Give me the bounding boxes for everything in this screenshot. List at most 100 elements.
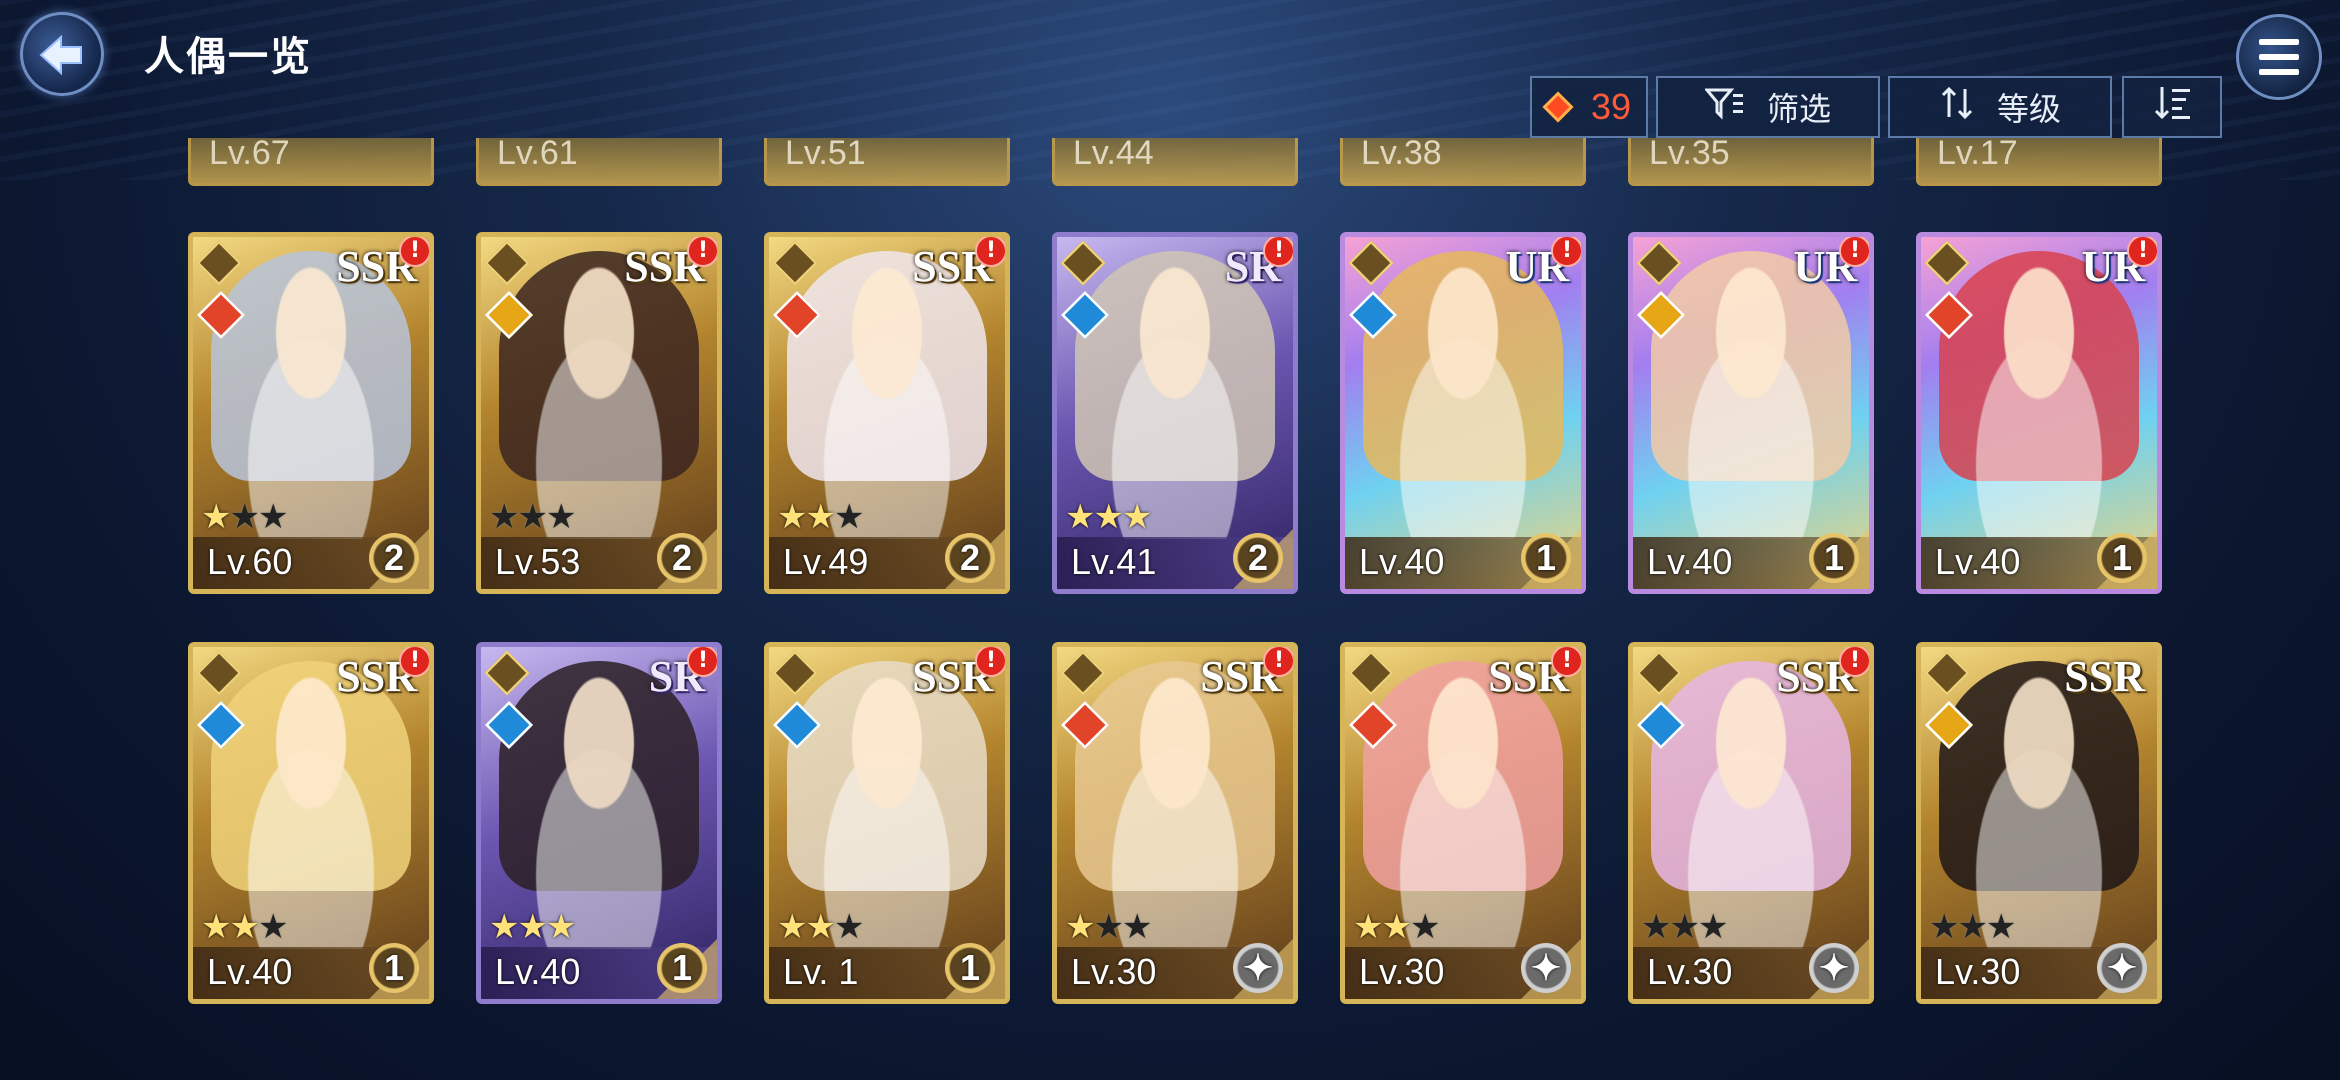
star-icon: ★ [805,497,836,537]
star-icon: ★ [257,907,289,947]
awaken-badge: 1 [1809,533,1859,583]
card-partial-top[interactable]: Lv.35 [1628,138,1874,186]
star-rating: ★★★ [489,497,576,537]
star-icon: ★ [1381,907,1412,947]
level-label: Lv.40 [495,951,581,992]
currency-count: 39 [1590,86,1632,127]
star-icon: ★ [545,907,577,947]
star-icon: ★ [1697,907,1729,947]
star-rating: ★★★ [1641,907,1729,947]
wing-emblem-icon: ✦ [2097,943,2147,993]
star-icon: ★ [777,907,808,947]
level-label: Lv.30 [1647,951,1733,992]
awaken-badge: 2 [945,533,995,583]
character-card[interactable]: SR ! ★★★ Lv.41 2 [1052,232,1298,594]
filter-label: 筛选 [1766,90,1831,128]
character-card[interactable]: SSR ! ★★★ Lv.30 ✦ [1052,642,1298,1004]
star-icon: ★ [517,497,548,537]
card-partial-top[interactable]: Lv.67 [188,138,434,186]
character-card[interactable]: SSR ! ★★★ Lv.30 ✦ [1340,642,1586,1004]
star-icon: ★ [1093,907,1124,947]
sort-label: 等级 [1996,90,2061,128]
star-icon: ★ [489,497,520,537]
star-rating: ★★★ [777,497,865,537]
character-card[interactable]: SSR ! ★★★ Lv.60 2 [188,232,434,594]
character-card[interactable]: SSR ! ★★★ Lv. 1 1 [764,642,1010,1004]
level-label: Lv.30 [1935,951,2021,992]
star-rating: ★★★ [1065,497,1153,537]
star-rating: ★★★ [201,497,289,537]
wing-emblem-icon: ✦ [1809,943,1859,993]
star-icon: ★ [517,907,548,947]
card-partial-top[interactable]: Lv.17 [1916,138,2162,186]
awaken-badge: 1 [1521,533,1571,583]
alert-icon: ! [1263,647,1293,677]
star-icon: ★ [1409,907,1441,947]
card-partial-top[interactable]: Lv.51 [764,138,1010,186]
character-card[interactable]: SR ! ★★★ Lv.40 1 [476,642,722,1004]
star-rating: ★★★ [1929,907,2016,947]
character-card[interactable]: SSR ! ★★★ Lv.30 ✦ [1628,642,1874,1004]
back-button[interactable] [14,12,106,96]
level-label: Lv.53 [495,541,581,582]
alert-icon: ! [1551,647,1581,677]
character-card[interactable]: SSR ! ★★★ Lv.53 2 [476,232,722,594]
star-icon: ★ [1929,907,1960,947]
wing-emblem-icon: ✦ [1521,943,1571,993]
level-label: Lv.40 [1359,541,1445,582]
star-icon: ★ [1669,907,1700,947]
awaken-badge: 2 [369,533,419,583]
awaken-badge: 2 [657,533,707,583]
level-label: Lv.60 [207,541,293,582]
level-label: Lv.30 [1071,951,1157,992]
star-icon: ★ [489,907,520,947]
sort-order-button[interactable] [2122,76,2222,138]
alert-icon: ! [2127,237,2157,267]
sort-button[interactable]: 等级 [1888,76,2112,138]
character-card[interactable]: UR ! Lv.40 1 [1916,232,2162,594]
back-arrow-icon [20,12,104,96]
star-icon: ★ [1121,497,1153,537]
character-card[interactable]: UR ! Lv.40 1 [1340,232,1586,594]
alert-icon: ! [1839,647,1869,677]
character-card[interactable]: UR ! Lv.40 1 [1628,232,1874,594]
star-rating: ★★★ [201,907,289,947]
star-icon: ★ [257,497,289,537]
alert-icon: ! [399,237,429,267]
level-label: Lv.40 [1647,541,1733,582]
alert-icon: ! [687,647,717,677]
menu-button[interactable] [2236,14,2322,100]
star-icon: ★ [833,907,865,947]
star-icon: ★ [201,497,232,537]
star-rating: ★★★ [1353,907,1441,947]
currency-display: 39 [1530,76,1648,138]
star-icon: ★ [229,497,260,537]
filter-button[interactable]: 筛选 [1656,76,1880,138]
alert-icon: ! [975,237,1005,267]
page-title: 人偶一览 [144,34,312,80]
hamburger-menu-icon [2259,39,2299,45]
awaken-badge: 1 [945,943,995,993]
filter-icon [1703,86,1745,128]
star-icon: ★ [833,497,865,537]
alert-icon: ! [975,647,1005,677]
star-icon: ★ [777,497,808,537]
character-card[interactable]: SSR ! ★★★ Lv.49 2 [764,232,1010,594]
level-label: Lv.49 [783,541,869,582]
card-partial-top[interactable]: Lv.38 [1340,138,1586,186]
card-partial-top[interactable]: Lv.44 [1052,138,1298,186]
card-partial-top[interactable]: Lv.61 [476,138,722,186]
character-card[interactable]: SSR ★★★ Lv.30 ✦ [1916,642,2162,1004]
rarity-label: SSR [2064,652,2145,701]
wing-emblem-icon: ✦ [1233,943,1283,993]
star-icon: ★ [1641,907,1672,947]
awaken-badge: 1 [657,943,707,993]
alert-icon: ! [399,647,429,677]
level-label: Lv.41 [1071,541,1157,582]
star-icon: ★ [201,907,232,947]
level-label: Lv.30 [1359,951,1445,992]
sort-descending-icon [2152,85,2192,129]
level-label: Lv.40 [207,951,293,992]
star-icon: ★ [1065,907,1096,947]
character-card[interactable]: SSR ! ★★★ Lv.40 1 [188,642,434,1004]
